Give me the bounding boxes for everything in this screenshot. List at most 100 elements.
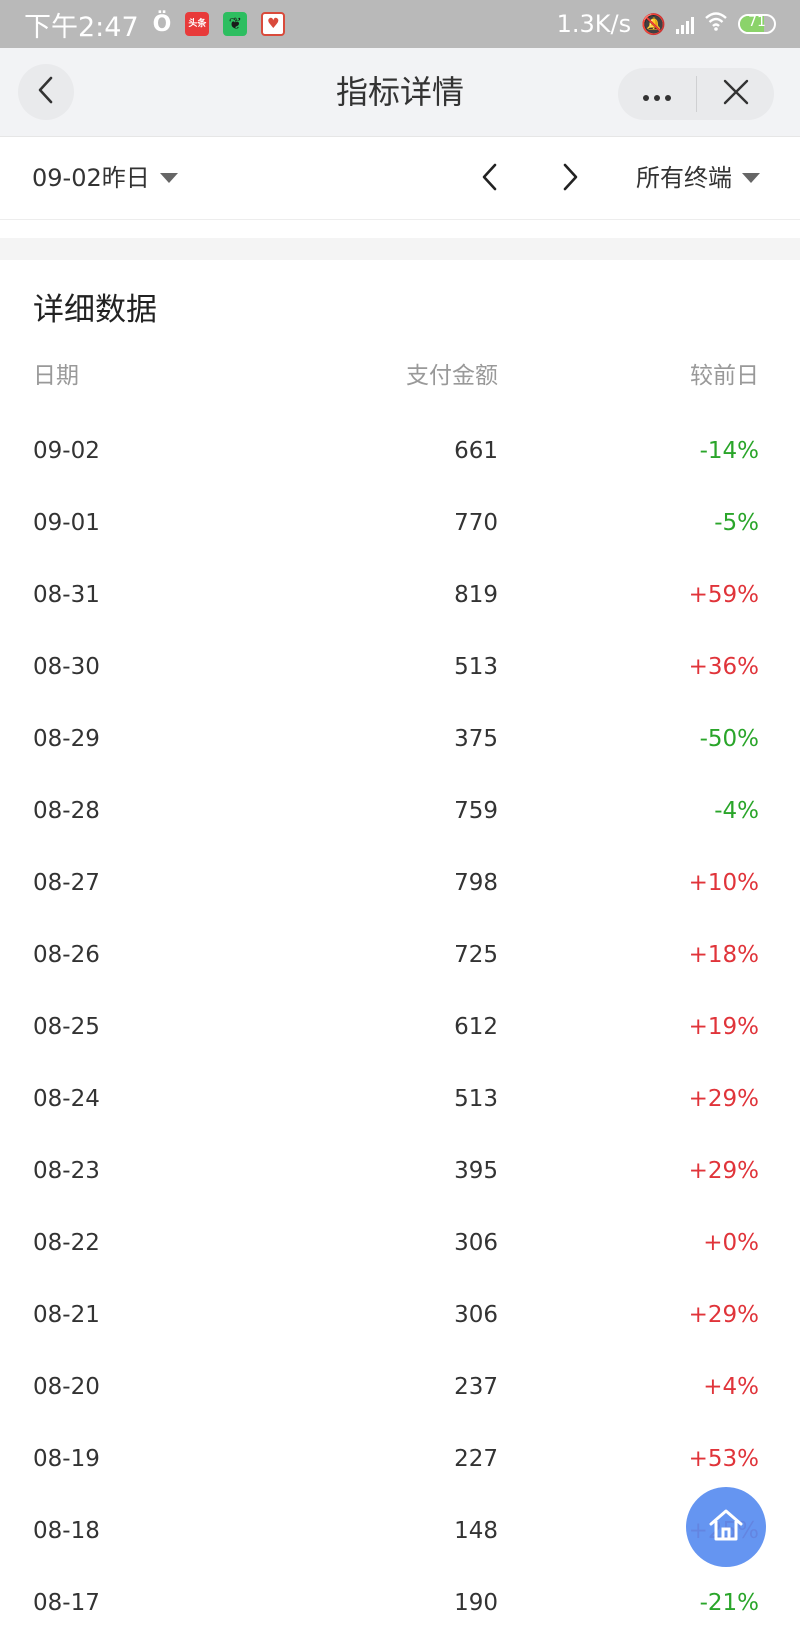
row-amount: 513 bbox=[454, 1086, 498, 1112]
evernote-app-icon: ❦ bbox=[223, 12, 248, 36]
more-button[interactable] bbox=[618, 68, 696, 120]
caret-down-icon bbox=[159, 173, 178, 183]
row-change: +10% bbox=[688, 870, 759, 896]
table-row: 08-18148+25% bbox=[0, 1495, 800, 1567]
chevron-left-icon bbox=[35, 75, 57, 109]
row-amount: 306 bbox=[454, 1302, 498, 1328]
table-row: 08-20 237 +4% bbox=[0, 1351, 800, 1423]
row-date: 08-24 bbox=[33, 1086, 100, 1112]
alarm-icon: Ö bbox=[152, 11, 172, 37]
row-date: 09-02 bbox=[33, 438, 100, 464]
table-row: 08-19 227 +53% bbox=[0, 1423, 800, 1495]
nav-capsule bbox=[618, 68, 774, 120]
home-icon bbox=[708, 1508, 744, 1546]
status-time: 下午2:47 bbox=[24, 11, 139, 43]
row-change: +29% bbox=[688, 1086, 759, 1112]
previous-day-button[interactable] bbox=[470, 159, 510, 199]
row-date: 08-19 bbox=[33, 1446, 100, 1472]
row-amount: 237 bbox=[454, 1374, 498, 1400]
row-change: +29% bbox=[688, 1302, 759, 1328]
row-change: +18% bbox=[688, 942, 759, 968]
row-date: 08-26 bbox=[33, 942, 100, 968]
row-change: +19% bbox=[688, 1014, 759, 1040]
row-amount: 612 bbox=[454, 1014, 498, 1040]
bell-muted-icon: 🔕 bbox=[641, 12, 666, 36]
table-row: 08-24 513 +29% bbox=[0, 1063, 800, 1135]
row-change: -21% bbox=[699, 1590, 759, 1616]
table-body: 09-02 661 -14% 09-01 770 -5% 08-31 819 +59% 08-30… bbox=[0, 415, 800, 1639]
table-row: 08-30 513 +36% bbox=[0, 631, 800, 703]
row-amount: 770 bbox=[454, 510, 498, 536]
nav-bar: 指标详情 bbox=[0, 48, 800, 137]
date-selector-label: 09-02昨日 bbox=[32, 164, 150, 192]
battery-level: 71 bbox=[748, 14, 766, 30]
row-change: -4% bbox=[714, 798, 759, 824]
caret-down-icon bbox=[742, 173, 760, 183]
chevron-left-icon bbox=[481, 163, 499, 195]
header-amount: 支付金额 bbox=[406, 363, 498, 389]
row-date: 08-17 bbox=[33, 1590, 100, 1616]
table-row: 08-31 819 +59% bbox=[0, 559, 800, 631]
row-amount: 190 bbox=[454, 1590, 498, 1616]
toutiao-app-icon: 头条 bbox=[185, 12, 210, 36]
row-amount: 395 bbox=[454, 1158, 498, 1184]
close-icon bbox=[723, 79, 749, 109]
row-amount: 725 bbox=[454, 942, 498, 968]
heart-app-icon: ♥ bbox=[261, 12, 286, 36]
row-date: 08-28 bbox=[33, 798, 100, 824]
next-day-button[interactable] bbox=[550, 159, 590, 199]
row-date: 09-01 bbox=[33, 510, 100, 536]
row-change: +53% bbox=[688, 1446, 759, 1472]
table-row: 08-26 725 +18% bbox=[0, 919, 800, 991]
home-button[interactable] bbox=[686, 1487, 766, 1567]
row-change: -5% bbox=[714, 510, 759, 536]
date-selector[interactable]: 09-02昨日 bbox=[32, 137, 178, 219]
status-right: 1.3K/s 🔕 71 bbox=[547, 10, 776, 38]
section-title: 详细数据 bbox=[33, 292, 157, 328]
terminal-selector-label: 所有终端 bbox=[636, 164, 732, 192]
table-row: 08-23 395 +29% bbox=[0, 1135, 800, 1207]
row-change: +0% bbox=[703, 1230, 759, 1256]
row-date: 08-30 bbox=[33, 654, 100, 680]
row-change: +59% bbox=[688, 582, 759, 608]
filter-bar: 09-02昨日 所有终端 bbox=[0, 137, 800, 220]
close-button[interactable] bbox=[697, 68, 774, 120]
battery-icon: 71 bbox=[738, 14, 776, 34]
table-row: 08-22 306 +0% bbox=[0, 1207, 800, 1279]
table-row: 08-25 612 +19% bbox=[0, 991, 800, 1063]
row-change: -14% bbox=[699, 438, 759, 464]
row-date: 08-20 bbox=[33, 1374, 100, 1400]
table-row: 09-01 770 -5% bbox=[0, 487, 800, 559]
row-change: +36% bbox=[688, 654, 759, 680]
row-amount: 819 bbox=[454, 582, 498, 608]
row-amount: 148 bbox=[454, 1518, 498, 1544]
row-amount: 759 bbox=[454, 798, 498, 824]
chevron-right-icon bbox=[561, 163, 579, 195]
row-amount: 661 bbox=[454, 438, 498, 464]
row-change: +29% bbox=[688, 1158, 759, 1184]
table-row: 08-21 306 +29% bbox=[0, 1279, 800, 1351]
table-row: 08-17 190 -21% bbox=[0, 1567, 800, 1639]
row-date: 08-31 bbox=[33, 582, 100, 608]
status-left: 下午2:47 Ö 头条 ❦ ♥ bbox=[24, 5, 299, 44]
row-amount: 375 bbox=[454, 726, 498, 752]
row-amount: 513 bbox=[454, 654, 498, 680]
network-speed: 1.3K/s bbox=[556, 10, 632, 38]
row-amount: 798 bbox=[454, 870, 498, 896]
table-row: 08-28 759 -4% bbox=[0, 775, 800, 847]
row-date: 08-22 bbox=[33, 1230, 100, 1256]
row-date: 08-18 bbox=[33, 1518, 100, 1544]
section-separator bbox=[0, 238, 800, 260]
table-header: 日期 支付金额 较前日 bbox=[0, 346, 800, 406]
row-date: 08-27 bbox=[33, 870, 100, 896]
more-dots-icon bbox=[641, 79, 673, 109]
terminal-selector[interactable]: 所有终端 bbox=[636, 137, 760, 219]
header-change: 较前日 bbox=[690, 363, 759, 389]
back-button[interactable] bbox=[18, 64, 74, 120]
wifi-icon bbox=[704, 11, 728, 37]
row-date: 08-21 bbox=[33, 1302, 100, 1328]
table-row: 08-27 798 +10% bbox=[0, 847, 800, 919]
header-date: 日期 bbox=[33, 363, 79, 389]
row-amount: 227 bbox=[454, 1446, 498, 1472]
status-bar: 下午2:47 Ö 头条 ❦ ♥ 1.3K/s 🔕 71 bbox=[0, 0, 800, 48]
